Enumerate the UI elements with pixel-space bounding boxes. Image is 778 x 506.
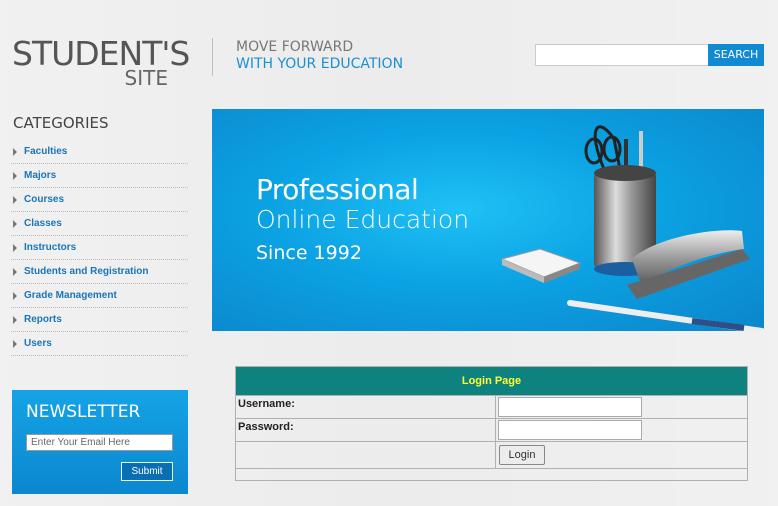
sidebar-item-label[interactable]: Reports (24, 314, 62, 325)
sidebar-item-faculties[interactable]: Faculties (11, 140, 188, 164)
logo-subtitle: SITE (124, 66, 168, 90)
sidebar-item-grade-management[interactable]: Grade Management (11, 284, 188, 308)
hero-banner: Professional Online Education Since 1992 (212, 109, 764, 331)
login-form: Login Page Username: Password: Login (235, 366, 748, 481)
username-label: Username: (235, 395, 496, 419)
login-footer-row (235, 468, 748, 481)
arrow-right-icon (13, 315, 17, 324)
arrow-right-icon (13, 195, 17, 204)
newsletter-box: NEWSLETTER Enter Your Email Here Submit (12, 390, 188, 494)
categories-list: Faculties Majors Courses Classes Instruc… (11, 140, 188, 356)
login-button[interactable]: Login (499, 445, 545, 465)
newsletter-email-input[interactable]: Enter Your Email Here (26, 434, 173, 451)
sidebar-item-label[interactable]: Grade Management (24, 290, 117, 301)
sidebar-item-label[interactable]: Instructors (24, 242, 76, 253)
sidebar-item-reports[interactable]: Reports (11, 308, 188, 332)
search-button[interactable]: SEARCH (708, 44, 764, 66)
arrow-right-icon (13, 291, 17, 300)
sidebar-item-label[interactable]: Faculties (24, 146, 67, 157)
arrow-right-icon (13, 171, 17, 180)
newsletter-submit-button[interactable]: Submit (121, 462, 173, 481)
sidebar-item-students-registration[interactable]: Students and Registration (11, 260, 188, 284)
sidebar-item-label[interactable]: Students and Registration (24, 266, 148, 277)
logo-divider (212, 38, 213, 76)
sidebar-item-label[interactable]: Majors (24, 170, 56, 181)
arrow-right-icon (13, 243, 17, 252)
sidebar-item-label[interactable]: Classes (24, 218, 62, 229)
sidebar-item-majors[interactable]: Majors (11, 164, 188, 188)
sidebar-item-instructors[interactable]: Instructors (11, 236, 188, 260)
tagline-line2: WITH YOUR EDUCATION (236, 56, 404, 72)
search-input[interactable] (535, 44, 709, 66)
password-label: Password: (235, 418, 496, 442)
site-logo[interactable]: STUDENT'S SITE (12, 36, 192, 90)
arrow-right-icon (13, 219, 17, 228)
tagline: MOVE FORWARD WITH YOUR EDUCATION (236, 39, 403, 73)
arrow-right-icon (13, 267, 17, 276)
username-field[interactable] (498, 397, 642, 417)
banner-line1: Professional (256, 173, 419, 206)
login-title: Login Page (235, 366, 748, 396)
office-supplies-illustration (500, 125, 764, 331)
sidebar-item-users[interactable]: Users (11, 332, 188, 356)
empty-cell (235, 441, 496, 469)
sidebar-item-label[interactable]: Users (24, 338, 52, 349)
sidebar-item-label[interactable]: Courses (24, 194, 64, 205)
arrow-right-icon (13, 339, 17, 348)
sidebar-item-classes[interactable]: Classes (11, 212, 188, 236)
arrow-right-icon (13, 147, 17, 156)
tagline-line1: MOVE FORWARD (236, 39, 354, 55)
sidebar-item-courses[interactable]: Courses (11, 188, 188, 212)
banner-line2: Online Education (256, 205, 470, 234)
categories-title: CATEGORIES (13, 114, 109, 132)
password-field[interactable] (498, 420, 642, 440)
newsletter-title: NEWSLETTER (26, 402, 141, 422)
banner-line3: Since 1992 (256, 242, 362, 264)
